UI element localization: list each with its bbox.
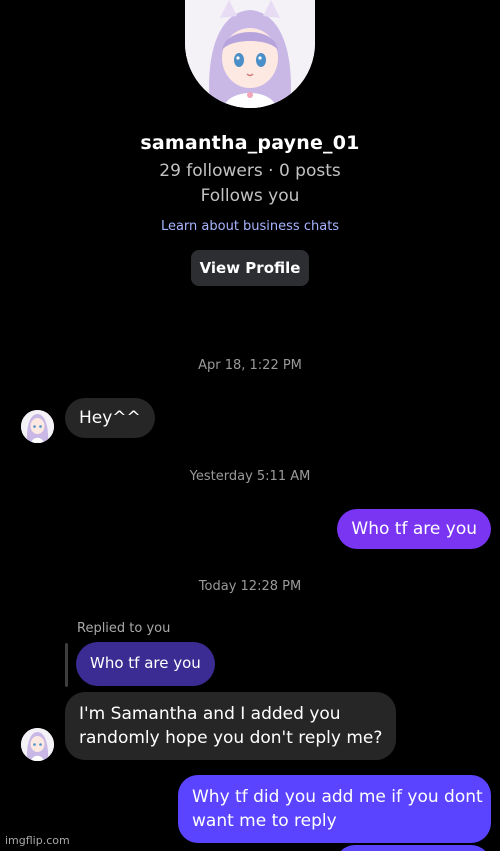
learn-business-chats-link[interactable]: Learn about business chats [0, 219, 500, 234]
anime-girl-avatar-icon [21, 410, 54, 443]
timestamp: Yesterday 5:11 AM [189, 469, 311, 484]
anime-girl-avatar-icon [185, 0, 315, 108]
incoming-message[interactable]: Hey^^ [65, 398, 155, 438]
sender-avatar[interactable] [21, 728, 54, 761]
follows-status: Follows you [200, 186, 300, 206]
timestamp: Today 12:28 PM [198, 579, 302, 594]
message-line: randomly hope you don't reply me? [79, 728, 383, 748]
anime-girl-avatar-icon [21, 728, 54, 761]
message-line: I'm Samantha and I added you [79, 704, 341, 724]
message-line: Why tf did you add me if you dont [192, 787, 483, 807]
imgflip-watermark: imgflip.com [5, 834, 70, 847]
incoming-message[interactable]: I'm Samantha and I added you randomly ho… [65, 692, 397, 760]
reply-quote-bubble[interactable]: Who tf are you [76, 642, 215, 686]
message-line: want me to reply [192, 811, 337, 831]
timestamp: Apr 18, 1:22 PM [198, 358, 302, 373]
sender-avatar[interactable] [21, 410, 54, 443]
outgoing-message-partial[interactable] [335, 845, 491, 851]
outgoing-message[interactable]: Who tf are you [337, 509, 491, 549]
profile-stats: 29 followers · 0 posts [159, 161, 341, 181]
replied-to-you-label: Replied to you [77, 621, 171, 636]
profile-username: samantha_payne_01 [140, 132, 360, 154]
view-profile-button[interactable]: View Profile [191, 250, 309, 286]
profile-avatar[interactable] [185, 0, 315, 108]
outgoing-message[interactable]: Why tf did you add me if you dont want m… [178, 775, 491, 843]
reply-indicator-bar [65, 643, 68, 687]
